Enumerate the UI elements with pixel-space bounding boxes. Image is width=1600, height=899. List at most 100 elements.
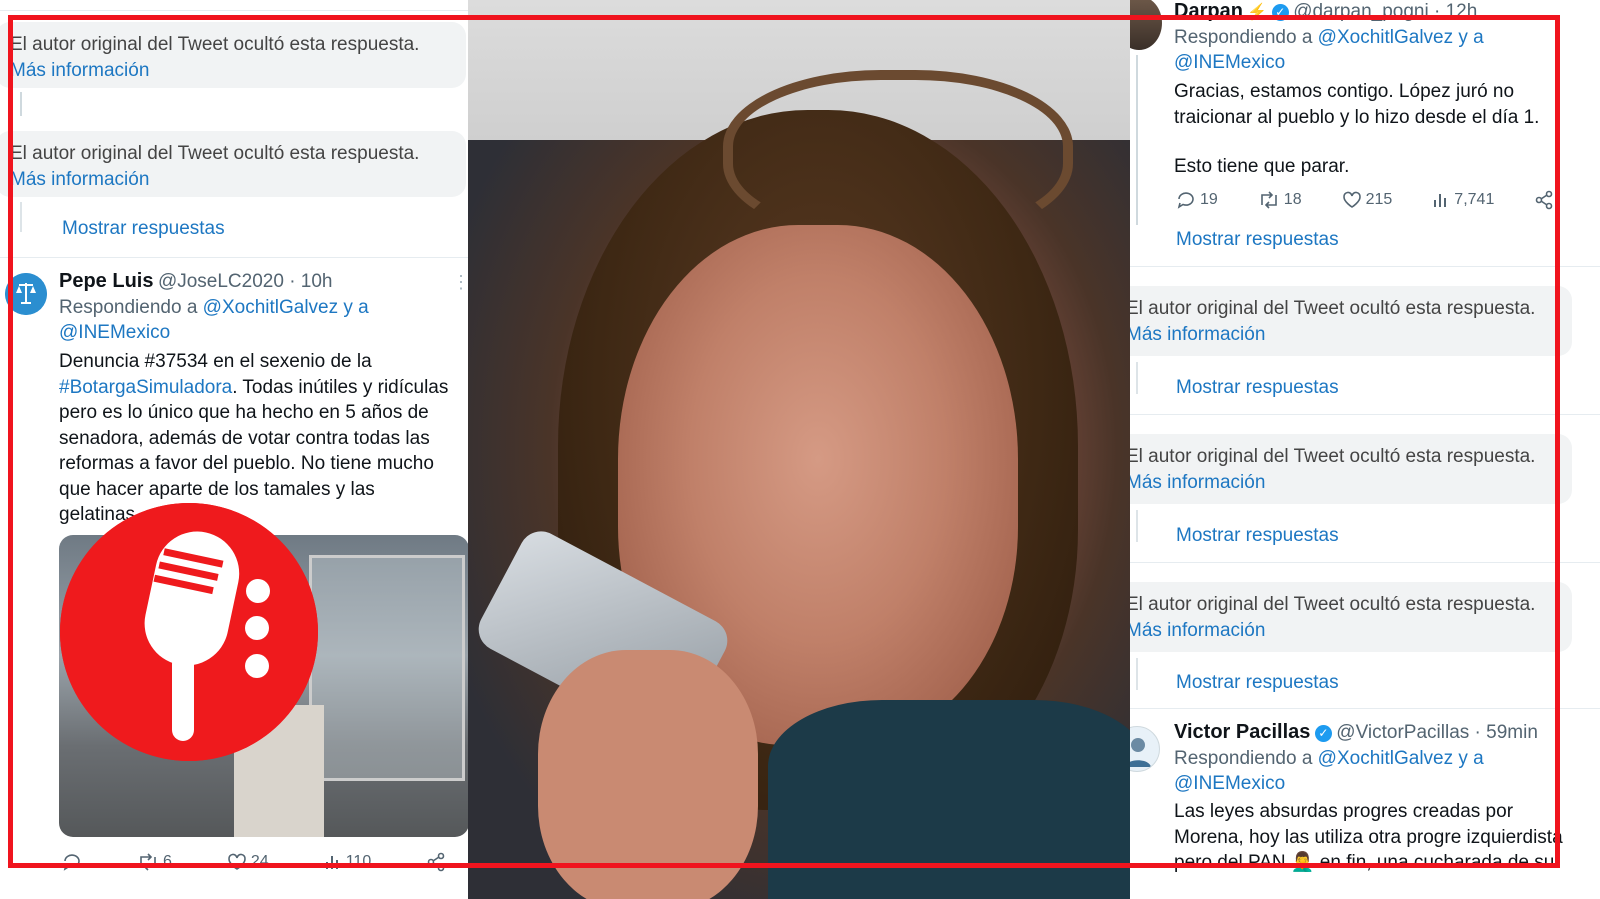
views-button[interactable]: 7,741 bbox=[1432, 191, 1494, 209]
like-button[interactable]: 215 bbox=[1342, 191, 1393, 209]
author-name[interactable]: Victor Pacillas bbox=[1174, 721, 1310, 743]
thread-line bbox=[1136, 55, 1138, 225]
text-line: que hacer aparte de los tamales y las bbox=[59, 478, 375, 500]
author-handle[interactable]: @darpan_pogni · 12h bbox=[1293, 1, 1477, 22]
divider bbox=[1130, 708, 1600, 709]
mention-link[interactable]: @XochitlGalvez y a bbox=[1318, 748, 1484, 769]
avatar[interactable] bbox=[1130, 0, 1162, 50]
tweet-header: Victor Pacillas ✓ @VictorPacillas · 59mi… bbox=[1174, 721, 1538, 744]
hidden-reply-text: El autor original del Tweet ocultó esta … bbox=[1130, 446, 1536, 467]
text-line: senadora, además de votar contra todas l… bbox=[59, 427, 430, 449]
reply-button[interactable]: 19 bbox=[1176, 190, 1218, 210]
mention-link[interactable]: @INEMexico bbox=[1174, 52, 1285, 73]
tweet-header: Pepe Luis @JoseLC2020 · 10h bbox=[59, 270, 333, 293]
heart-icon bbox=[1342, 191, 1361, 208]
retweet-icon bbox=[140, 853, 156, 871]
hidden-reply-notice: El autor original del Tweet ocultó esta … bbox=[0, 22, 466, 88]
text-line: Gracias, estamos contigo. López juró no bbox=[1174, 81, 1515, 102]
hidden-reply-text: El autor original del Tweet ocultó esta … bbox=[1130, 298, 1536, 319]
show-replies-link[interactable]: Mostrar respuestas bbox=[1176, 672, 1339, 694]
text-line: Esto tiene que parar. bbox=[1174, 156, 1350, 177]
verified-badge-icon: ✓ bbox=[1314, 725, 1332, 743]
text-line: pero del PAN 🤦‍♂️ en fin, una cucharada … bbox=[1174, 852, 1555, 873]
tweet-header: Darpan ⚡ ✓ @darpan_pogni · 12h bbox=[1174, 0, 1477, 23]
glass-door bbox=[309, 555, 465, 781]
text-line: pero es lo único que ha hecho en 5 años … bbox=[59, 402, 429, 423]
more-info-link[interactable]: Más información bbox=[1130, 322, 1558, 348]
text-line: Denuncia #37534 en el sexenio de la bbox=[59, 351, 372, 372]
retweet-button[interactable]: 6 bbox=[137, 853, 172, 871]
divider bbox=[0, 257, 470, 258]
replying-prefix: Respondiendo a bbox=[1174, 27, 1313, 48]
retweet-icon bbox=[1260, 191, 1277, 209]
hidden-reply-text: El autor original del Tweet ocultó esta … bbox=[10, 143, 420, 164]
hidden-reply-notice: El autor original del Tweet ocultó esta … bbox=[0, 131, 466, 197]
show-replies-link[interactable]: Mostrar respuestas bbox=[62, 218, 225, 240]
hidden-reply-text: El autor original del Tweet ocultó esta … bbox=[10, 34, 420, 55]
show-replies-link[interactable]: Mostrar respuestas bbox=[1176, 377, 1339, 399]
replying-to: Respondiendo a @XochitlGalvez y a @INEMe… bbox=[1174, 746, 1574, 796]
reply-icon bbox=[1177, 192, 1194, 209]
more-info-link[interactable]: Más información bbox=[1130, 618, 1558, 644]
hidden-reply-notice: El autor original del Tweet ocultó esta … bbox=[1130, 286, 1572, 356]
replying-prefix: Respondiendo a bbox=[1174, 748, 1313, 769]
tweet-text: Denuncia #37534 en el sexenio de la #Bot… bbox=[59, 349, 470, 528]
text-line bbox=[1174, 130, 1594, 154]
hidden-reply-text: El autor original del Tweet ocultó esta … bbox=[1130, 594, 1536, 615]
text-line: Las leyes absurdas progres creadas por bbox=[1174, 801, 1514, 822]
avatar[interactable] bbox=[1130, 726, 1160, 772]
like-button[interactable]: 24 bbox=[227, 853, 269, 871]
views-button[interactable]: 110 bbox=[324, 853, 371, 871]
retweet-count: 6 bbox=[163, 853, 172, 870]
more-info-link[interactable]: Más información bbox=[1130, 470, 1558, 496]
sunglasses-on-head bbox=[723, 70, 1073, 240]
blouse-shape bbox=[768, 700, 1132, 899]
reply-icon[interactable] bbox=[62, 852, 82, 872]
show-replies-link[interactable]: Mostrar respuestas bbox=[1176, 229, 1339, 251]
mention-link[interactable]: @INEMexico bbox=[1174, 773, 1285, 794]
author-handle[interactable]: @JoseLC2020 · 10h bbox=[158, 271, 333, 292]
verified-badge-icon: ✓ bbox=[1271, 4, 1289, 22]
thread-line bbox=[20, 202, 22, 232]
mention-link[interactable]: @INEMexico bbox=[59, 322, 170, 343]
tweet-actions: 6 24 110 bbox=[62, 852, 446, 872]
share-icon[interactable] bbox=[426, 852, 446, 872]
text-line: traicionar al pueblo y lo hizo desde el … bbox=[1174, 106, 1540, 128]
replying-to: Respondiendo a @XochitlGalvez y a @INEMe… bbox=[1174, 25, 1574, 75]
divider bbox=[1130, 266, 1600, 267]
show-replies-link[interactable]: Mostrar respuestas bbox=[1176, 525, 1339, 547]
scales-of-justice-icon bbox=[5, 273, 47, 315]
left-tweet-panel: El autor original del Tweet ocultó esta … bbox=[0, 0, 470, 899]
hidden-reply-notice: El autor original del Tweet ocultó esta … bbox=[1130, 434, 1572, 504]
reply-count: 19 bbox=[1200, 191, 1218, 208]
bar-chart-icon bbox=[325, 856, 338, 869]
replying-to: Respondiendo a @XochitlGalvez y a @INEMe… bbox=[59, 295, 459, 345]
thread-line bbox=[1136, 658, 1138, 690]
hashtag-link[interactable]: #BotargaSimuladora bbox=[59, 377, 232, 398]
mention-link[interactable]: @XochitlGalvez y a bbox=[1318, 27, 1484, 48]
like-count: 24 bbox=[250, 853, 269, 870]
author-name[interactable]: Darpan bbox=[1174, 0, 1243, 22]
author-name[interactable]: Pepe Luis bbox=[59, 270, 153, 292]
hidden-reply-notice: El autor original del Tweet ocultó esta … bbox=[1130, 582, 1572, 652]
divider bbox=[0, 10, 470, 11]
more-info-link[interactable]: Más información bbox=[10, 58, 452, 84]
retweet-button[interactable]: 18 bbox=[1258, 191, 1302, 209]
view-count: 7,741 bbox=[1454, 191, 1495, 208]
tweet-text: Gracias, estamos contigo. López juró no … bbox=[1174, 79, 1594, 180]
microphone-icon bbox=[60, 503, 318, 761]
retweet-count: 18 bbox=[1283, 191, 1302, 208]
text-line: reformas a favor del pueblo. No tiene mu… bbox=[59, 453, 434, 474]
tweet-text: Las leyes absurdas progres creadas por M… bbox=[1174, 799, 1600, 876]
mention-link[interactable]: @XochitlGalvez y a bbox=[203, 297, 369, 318]
avatar[interactable] bbox=[5, 273, 47, 315]
like-count: 215 bbox=[1365, 191, 1393, 208]
more-info-link[interactable]: Más información bbox=[10, 167, 452, 193]
text-line: Morena, hoy las utiliza otra progre izqu… bbox=[1174, 826, 1563, 848]
divider bbox=[1130, 414, 1600, 415]
text-line: . Todas inútiles y ridículas bbox=[232, 376, 449, 398]
share-icon[interactable] bbox=[1534, 190, 1554, 210]
person-icon bbox=[1130, 738, 1151, 767]
author-handle[interactable]: @VictorPacillas · 59min bbox=[1336, 722, 1538, 743]
thread-line bbox=[1136, 510, 1138, 542]
